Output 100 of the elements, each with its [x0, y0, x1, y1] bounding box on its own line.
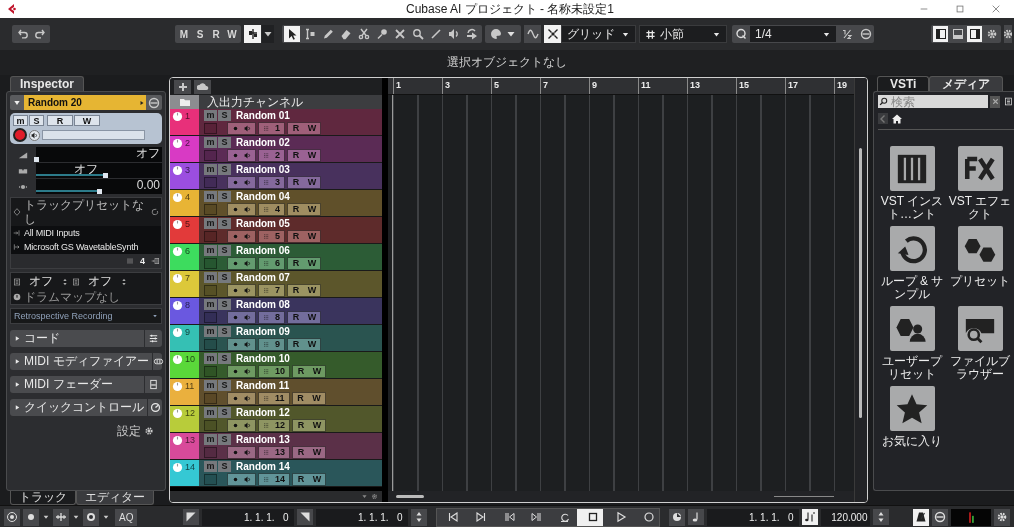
- automation-mode-button[interactable]: W: [226, 26, 238, 42]
- track-button[interactable]: S: [218, 353, 231, 364]
- inspector-section[interactable]: MIDI モディファイアー: [10, 353, 162, 370]
- channel-number[interactable]: 3: [275, 177, 280, 187]
- track-button[interactable]: S: [218, 380, 231, 391]
- program-value[interactable]: オフ: [83, 273, 117, 290]
- zone-tab[interactable]: VSTi: [877, 76, 930, 91]
- automation-mode-button[interactable]: S: [194, 26, 206, 42]
- track-button[interactable]: W: [307, 122, 317, 134]
- zone-tab[interactable]: エディター: [76, 491, 154, 505]
- channel-number[interactable]: 6: [275, 258, 280, 268]
- inspector-section[interactable]: クイックコントロール: [10, 399, 162, 416]
- track-button[interactable]: S: [218, 326, 231, 337]
- track-button[interactable]: W: [307, 311, 317, 323]
- track-button[interactable]: S: [218, 299, 231, 310]
- track-button[interactable]: W: [307, 230, 317, 242]
- track-button[interactable]: S: [218, 137, 231, 148]
- track-button[interactable]: R: [296, 473, 306, 485]
- track-button[interactable]: W: [307, 338, 317, 350]
- track-button[interactable]: R: [291, 122, 301, 134]
- volume-slider[interactable]: オフ: [36, 147, 162, 162]
- track-button[interactable]: m: [204, 245, 217, 256]
- quantize-dropdown[interactable]: 1/4: [750, 26, 836, 42]
- track-button[interactable]: S: [218, 272, 231, 283]
- channel-number[interactable]: 7: [275, 285, 280, 295]
- track-button[interactable]: W: [307, 284, 317, 296]
- right-locator-time[interactable]: 1. 1. 1. 0: [316, 508, 409, 526]
- track-button[interactable]: W: [312, 419, 322, 431]
- track-button[interactable]: R: [291, 311, 301, 323]
- left-locator-time[interactable]: 1. 1. 1. 0: [202, 508, 295, 526]
- track-button[interactable]: m: [204, 191, 217, 202]
- channel-number[interactable]: 5: [275, 231, 280, 241]
- track-button[interactable]: W: [74, 115, 100, 126]
- track-button[interactable]: m: [13, 115, 28, 126]
- track-button[interactable]: R: [291, 230, 301, 242]
- track-button[interactable]: W: [311, 392, 322, 404]
- track-button[interactable]: R: [291, 176, 301, 188]
- retrospective-recording-dropdown[interactable]: Retrospective Recording: [10, 308, 162, 324]
- track-button[interactable]: m: [204, 137, 217, 148]
- track-button[interactable]: R: [291, 338, 301, 350]
- track-button[interactable]: W: [307, 203, 317, 215]
- tempo-value[interactable]: 120.000: [821, 508, 871, 526]
- track-button[interactable]: m: [204, 218, 217, 229]
- auto-quantize-button[interactable]: AQ: [115, 508, 138, 526]
- track-button[interactable]: R: [291, 257, 301, 269]
- settings-label[interactable]: 設定: [117, 424, 141, 438]
- track-button[interactable]: m: [204, 380, 217, 391]
- search-field[interactable]: 検索: [889, 95, 988, 108]
- automation-mode-button[interactable]: M: [178, 26, 190, 42]
- track-button[interactable]: W: [312, 365, 322, 377]
- track-button[interactable]: m: [204, 110, 217, 121]
- track-button[interactable]: m: [204, 164, 217, 175]
- track-button[interactable]: W: [307, 257, 317, 269]
- track-button[interactable]: S: [218, 407, 231, 418]
- track-button[interactable]: m: [204, 353, 217, 364]
- track-button[interactable]: m: [204, 326, 217, 337]
- track-button[interactable]: m: [204, 461, 217, 472]
- track-button[interactable]: m: [204, 407, 217, 418]
- track-button[interactable]: W: [312, 473, 322, 485]
- inspector-section[interactable]: コード: [10, 330, 162, 347]
- snap-type-dropdown[interactable]: グリッド: [561, 25, 636, 43]
- track-button[interactable]: R: [296, 419, 306, 431]
- track-button[interactable]: R: [291, 203, 301, 215]
- zone-tab[interactable]: メディア: [929, 76, 1004, 91]
- track-button[interactable]: S: [218, 245, 231, 256]
- track-button[interactable]: m: [204, 272, 217, 283]
- channel-number[interactable]: 4: [275, 204, 280, 214]
- grid-type-dropdown[interactable]: 小節: [639, 25, 727, 43]
- track-button[interactable]: S: [218, 110, 231, 121]
- channel-number[interactable]: 1: [275, 123, 280, 133]
- track-button[interactable]: S: [218, 218, 231, 229]
- channel-number[interactable]: 9: [275, 339, 280, 349]
- track-button[interactable]: R: [291, 284, 301, 296]
- drum-map-text[interactable]: ドラムマップなし: [24, 290, 159, 304]
- automation-mode-button[interactable]: R: [210, 26, 222, 42]
- bank-value[interactable]: オフ: [24, 273, 58, 290]
- zone-tab[interactable]: トラック: [10, 491, 76, 505]
- track-button[interactable]: R: [295, 392, 306, 404]
- track-button[interactable]: R: [291, 149, 301, 161]
- track-button[interactable]: R: [296, 365, 306, 377]
- track-button[interactable]: R: [296, 446, 306, 458]
- track-button[interactable]: m: [204, 299, 217, 310]
- channel-number[interactable]: 2: [275, 150, 280, 160]
- track-button[interactable]: W: [307, 149, 317, 161]
- transpose-slider[interactable]: オフ: [36, 163, 162, 178]
- track-button[interactable]: S: [218, 164, 231, 175]
- track-button[interactable]: S: [29, 115, 44, 126]
- inspector-section[interactable]: MIDI フェーダー: [10, 376, 162, 393]
- track-button[interactable]: S: [218, 461, 231, 472]
- position-time[interactable]: 1. 1. 1. 0: [707, 508, 800, 526]
- midi-channel[interactable]: 4: [140, 256, 145, 266]
- track-button[interactable]: m: [204, 434, 217, 445]
- track-button[interactable]: S: [218, 191, 231, 202]
- track-button[interactable]: S: [218, 434, 231, 445]
- channel-number[interactable]: 8: [275, 312, 280, 322]
- inspector-tab[interactable]: Inspector: [10, 76, 84, 91]
- track-button[interactable]: W: [307, 176, 317, 188]
- pan-slider[interactable]: 0.00: [36, 179, 162, 194]
- track-button[interactable]: R: [47, 115, 73, 126]
- track-button[interactable]: W: [312, 446, 322, 458]
